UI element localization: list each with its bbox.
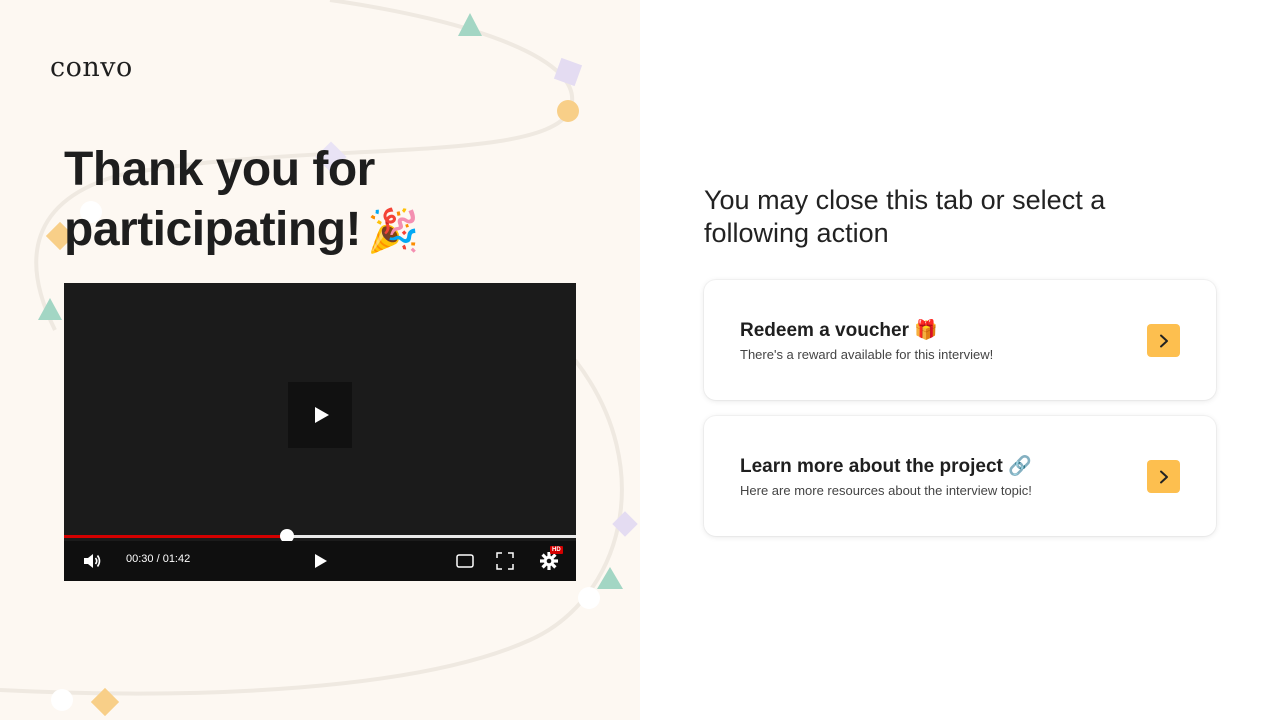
gift-icon: 🎁 xyxy=(914,320,938,341)
logo: convo xyxy=(50,52,133,83)
party-popper-icon: 🎉 xyxy=(367,207,419,254)
left-panel: convo Thank you for participating! 🎉 00:3… xyxy=(0,0,640,720)
theater-mode-icon xyxy=(456,554,474,568)
video-player[interactable]: 00:30 / 01:42 HD xyxy=(64,283,576,581)
card-subtitle: Here are more resources about the interv… xyxy=(740,483,1032,498)
page-title: Thank you for participating! 🎉 xyxy=(64,140,524,261)
time-display: 00:30 / 01:42 xyxy=(126,553,191,565)
progress-bar[interactable] xyxy=(64,529,576,543)
fullscreen-icon xyxy=(496,552,514,570)
theater-mode-button[interactable] xyxy=(454,541,476,581)
progress-bar-fill xyxy=(64,535,287,538)
redeem-voucher-card[interactable]: Redeem a voucher 🎁 There's a reward avai… xyxy=(704,280,1216,400)
right-panel: You may close this tab or select a follo… xyxy=(640,0,1280,720)
chevron-right-icon xyxy=(1159,470,1168,483)
redeem-voucher-button[interactable] xyxy=(1147,324,1180,357)
learn-more-card[interactable]: Learn more about the project 🔗 Here are … xyxy=(704,416,1216,536)
card-title-text: Redeem a voucher xyxy=(740,320,909,341)
card-subtitle: There's a reward available for this inte… xyxy=(740,347,994,362)
hd-badge: HD xyxy=(550,546,563,554)
card-title: Redeem a voucher 🎁 xyxy=(740,318,938,342)
play-overlay-button[interactable] xyxy=(288,382,352,448)
volume-button[interactable] xyxy=(80,541,104,581)
link-icon: 🔗 xyxy=(1008,456,1032,477)
instruction-text: You may close this tab or select a follo… xyxy=(704,185,1106,248)
play-icon xyxy=(315,554,327,568)
card-title: Learn more about the project 🔗 xyxy=(740,454,1032,478)
chevron-right-icon xyxy=(1159,334,1168,347)
fullscreen-button[interactable] xyxy=(494,541,516,581)
play-button[interactable] xyxy=(308,541,332,581)
card-title-text: Learn more about the project xyxy=(740,456,1003,477)
gear-icon xyxy=(540,552,558,570)
volume-icon xyxy=(84,554,101,568)
page-title-text: Thank you for participating! xyxy=(64,143,375,256)
learn-more-button[interactable] xyxy=(1147,460,1180,493)
video-controls: 00:30 / 01:42 HD xyxy=(64,541,576,581)
play-icon xyxy=(314,407,329,423)
